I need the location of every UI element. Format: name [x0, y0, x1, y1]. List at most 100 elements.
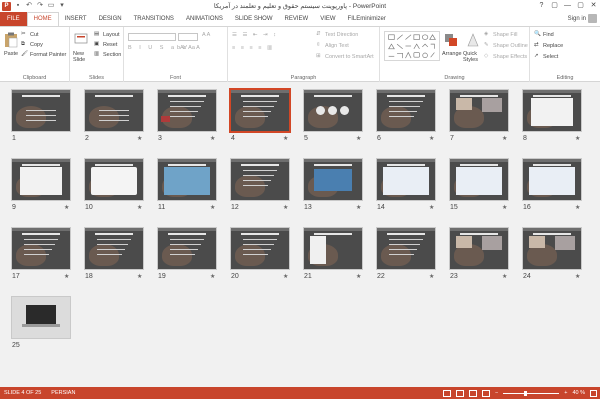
slide-show-view-icon[interactable]: [482, 389, 491, 397]
font-name-field[interactable]: [128, 33, 176, 41]
slide-thumbnail[interactable]: [377, 228, 435, 269]
tab-home[interactable]: HOME: [26, 12, 59, 26]
zoom-in-button[interactable]: +: [564, 390, 567, 396]
slide-thumbnail[interactable]: [450, 90, 508, 131]
transition-star-icon[interactable]: ★: [137, 135, 142, 142]
language-indicator[interactable]: PERSIAN: [41, 390, 75, 396]
transition-star-icon[interactable]: ★: [137, 273, 142, 280]
slide-thumbnail[interactable]: [231, 159, 289, 200]
ribbon-display-icon[interactable]: ▢: [548, 0, 561, 11]
slide-thumbnail[interactable]: [158, 90, 216, 131]
zoom-level[interactable]: 40 %: [572, 390, 585, 396]
powerpoint-app-icon[interactable]: P: [2, 1, 11, 11]
undo-icon[interactable]: ↶: [25, 2, 33, 10]
start-from-beginning-icon[interactable]: ▭: [47, 2, 55, 10]
format-painter-button[interactable]: 🖌 Format Painter: [21, 51, 66, 58]
slide-thumbnail[interactable]: [12, 159, 70, 200]
zoom-slider-thumb[interactable]: [524, 390, 528, 396]
transition-star-icon[interactable]: ★: [429, 273, 434, 280]
shapes-gallery[interactable]: [384, 31, 440, 61]
transition-star-icon[interactable]: ★: [575, 135, 580, 142]
slide-thumbnail[interactable]: [231, 228, 289, 269]
slide-thumbnail[interactable]: [85, 159, 143, 200]
paste-icon[interactable]: [4, 32, 18, 48]
transition-star-icon[interactable]: ★: [429, 135, 434, 142]
slide-thumbnail[interactable]: [12, 90, 70, 131]
list-buttons[interactable]: ☰ ☰ ⇤ ⇥ ↕: [232, 32, 278, 38]
tab-review[interactable]: REVIEW: [279, 12, 315, 26]
char-spacing-icon[interactable]: AV Aa A: [180, 45, 200, 51]
reset-button[interactable]: ▣ Reset: [94, 41, 117, 48]
close-icon[interactable]: ✕: [587, 0, 600, 11]
transition-star-icon[interactable]: ★: [575, 273, 580, 280]
slide-sorter-view-icon[interactable]: [456, 389, 465, 397]
quick-styles-button[interactable]: Quick Styles: [463, 51, 481, 63]
customize-icon[interactable]: ▾: [58, 2, 66, 10]
save-icon[interactable]: ▪: [14, 2, 22, 10]
transition-star-icon[interactable]: ★: [429, 204, 434, 211]
cut-button[interactable]: ✂ Cut: [21, 31, 39, 38]
slide-thumbnail[interactable]: [377, 90, 435, 131]
transition-star-icon[interactable]: ★: [210, 273, 215, 280]
slide-thumbnail[interactable]: [231, 90, 289, 131]
arrange-icon[interactable]: [444, 32, 458, 48]
select-button[interactable]: ➚ Select: [534, 53, 558, 60]
layout-button[interactable]: ▤ Layout: [94, 31, 120, 38]
fit-to-window-icon[interactable]: [590, 389, 597, 397]
section-button[interactable]: ▥ Section: [94, 51, 121, 58]
convert-smartart-button[interactable]: ⊞ Convert to SmartArt: [316, 53, 374, 60]
transition-star-icon[interactable]: ★: [210, 135, 215, 142]
transition-star-icon[interactable]: ★: [356, 135, 361, 142]
sign-in-link[interactable]: Sign in: [568, 12, 586, 26]
slide-thumbnail[interactable]: [523, 90, 581, 131]
new-slide-button[interactable]: New Slide: [73, 51, 93, 63]
zoom-slider[interactable]: [503, 390, 560, 396]
slide-thumbnail[interactable]: [377, 159, 435, 200]
tab-slide-show[interactable]: SLIDE SHOW: [229, 12, 279, 26]
transition-star-icon[interactable]: ★: [64, 204, 69, 211]
shape-effects-button[interactable]: ◇ Shape Effects: [484, 53, 527, 60]
slide-thumbnail[interactable]: [12, 228, 70, 269]
minimize-icon[interactable]: —: [561, 0, 574, 11]
shape-fill-button[interactable]: ◈ Shape Fill: [484, 31, 517, 38]
replace-button[interactable]: ⇄ Replace: [534, 42, 563, 49]
slide-thumbnail[interactable]: [85, 90, 143, 131]
tab-transitions[interactable]: TRANSITIONS: [128, 12, 180, 26]
slide-thumbnail[interactable]: [158, 228, 216, 269]
align-buttons[interactable]: ≡ ≡ ≡ ≡ ▥: [232, 45, 274, 51]
slide-thumbnail[interactable]: [304, 90, 362, 131]
slide-thumbnail[interactable]: [523, 228, 581, 269]
slide-thumbnail[interactable]: [523, 159, 581, 200]
paste-button[interactable]: Paste: [4, 51, 18, 57]
slide-sorter[interactable]: 1 2 ★ 3 ★ 4 ★ 5 ★ 6 ★ 7 ★ 8 ★ 9 ★ 10 ★ 11 ★ 12 ★ 13 ★ 14 ★ 15 ★ 16 ★ 17…: [0, 82, 600, 387]
slide-thumbnail[interactable]: [304, 228, 362, 269]
slide-thumbnail[interactable]: [12, 297, 70, 338]
transition-star-icon[interactable]: ★: [283, 135, 288, 142]
avatar[interactable]: [588, 14, 597, 23]
transition-star-icon[interactable]: ★: [502, 204, 507, 211]
transition-star-icon[interactable]: ★: [283, 273, 288, 280]
copy-button[interactable]: ⧉ Copy: [21, 41, 43, 48]
font-grow-icon[interactable]: A A: [202, 32, 210, 38]
slide-thumbnail[interactable]: [450, 159, 508, 200]
tab-design[interactable]: DESIGN: [93, 12, 128, 26]
find-button[interactable]: 🔍 Find: [534, 31, 554, 38]
transition-star-icon[interactable]: ★: [356, 204, 361, 211]
zoom-out-button[interactable]: −: [495, 390, 498, 396]
new-slide-icon[interactable]: [74, 32, 88, 48]
transition-star-icon[interactable]: ★: [283, 204, 288, 211]
slide-thumbnail[interactable]: [85, 228, 143, 269]
help-icon[interactable]: ?: [535, 0, 548, 11]
slide-thumbnail[interactable]: [304, 159, 362, 200]
transition-star-icon[interactable]: ★: [64, 273, 69, 280]
tab-view[interactable]: VIEW: [314, 12, 341, 26]
tab-animations[interactable]: ANIMATIONS: [180, 12, 229, 26]
normal-view-icon[interactable]: [443, 389, 452, 397]
redo-icon[interactable]: ↷: [36, 2, 44, 10]
tab-fileminimizer[interactable]: FILEminimizer: [342, 12, 392, 26]
transition-star-icon[interactable]: ★: [356, 273, 361, 280]
align-text-button[interactable]: ⇳ Align Text: [316, 42, 349, 49]
tab-file[interactable]: FILE: [0, 12, 27, 26]
maximize-icon[interactable]: ▢: [574, 0, 587, 11]
transition-star-icon[interactable]: ★: [502, 273, 507, 280]
